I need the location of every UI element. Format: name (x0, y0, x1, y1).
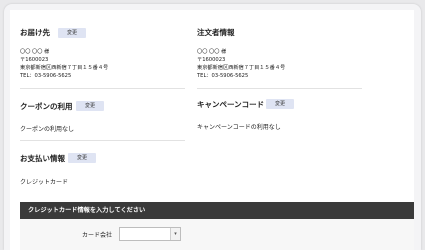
coupon-status: クーポンの利用なし (20, 126, 75, 133)
card-company-select[interactable]: ▾ (119, 227, 181, 241)
payment-method: クレジットカード (20, 179, 69, 186)
campaign-status: キャンペーンコードの利用なし (197, 124, 281, 131)
payment-heading: お支払い情報 (20, 154, 65, 163)
card-company-label: カード会社 (82, 232, 113, 239)
coupon-change-button[interactable]: 変更 (76, 101, 104, 111)
delivery-heading: お届け先 (20, 28, 50, 37)
divider (20, 140, 185, 141)
orderer-name: 〇〇 〇〇 様 (197, 49, 227, 55)
campaign-change-button[interactable]: 変更 (266, 99, 294, 109)
orderer-heading: 注文者情報 (197, 28, 235, 37)
delivery-change-button[interactable]: 変更 (58, 28, 86, 38)
delivery-tel: TEL：03-5906-5625 (20, 73, 72, 79)
divider (197, 88, 362, 89)
delivery-postal: 〒1600023 (20, 57, 49, 63)
card-form-header: クレジットカード情報を入力してください (20, 202, 414, 219)
campaign-heading: キャンペーンコード (197, 100, 265, 109)
orderer-postal: 〒1600023 (197, 57, 226, 63)
orderer-address: 東京都新宿区西新宿７丁目１５番４号 (197, 65, 286, 71)
payment-change-button[interactable]: 変更 (68, 153, 96, 163)
delivery-address: 東京都新宿区西新宿７丁目１５番４号 (20, 65, 109, 71)
delivery-name: 〇〇 〇〇 様 (20, 49, 50, 55)
divider (20, 88, 185, 89)
orderer-tel: TEL：03-5906-5625 (197, 73, 249, 79)
card-form-body (20, 219, 414, 250)
chevron-down-icon: ▾ (170, 228, 180, 240)
order-confirmation-page: お届け先 変更 〇〇 〇〇 様 〒1600023 東京都新宿区西新宿７丁目１５番… (10, 10, 414, 250)
coupon-heading: クーポンの利用 (20, 102, 73, 111)
